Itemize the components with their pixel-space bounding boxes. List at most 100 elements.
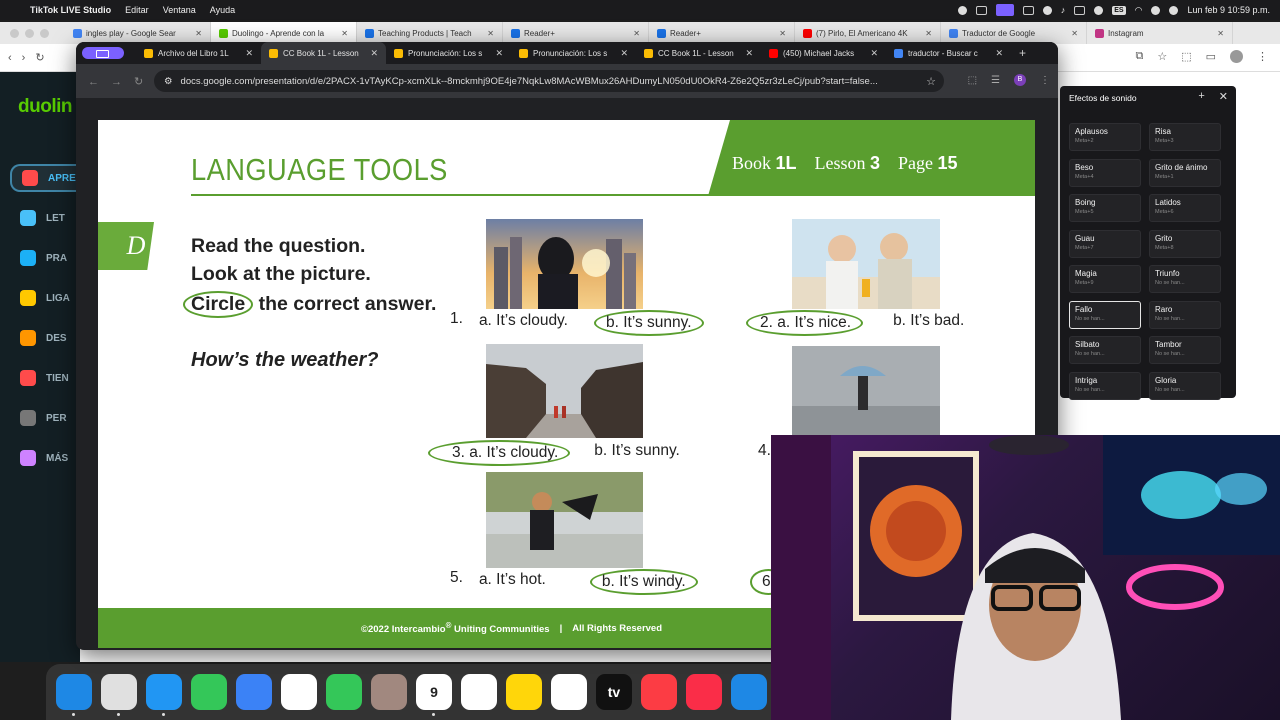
- browser-tab[interactable]: Pronunciación: Los s ✕: [511, 42, 636, 64]
- close-icon[interactable]: ✕: [1219, 90, 1228, 103]
- notes-icon[interactable]: [506, 674, 542, 710]
- launchpad-icon[interactable]: [101, 674, 137, 716]
- menu-app-name[interactable]: TikTok LIVE Studio: [30, 5, 111, 15]
- contacts-icon[interactable]: [371, 674, 407, 710]
- sound-effect-button[interactable]: Grito de ánimo Meta+1: [1149, 158, 1221, 187]
- browser-tab[interactable]: CC Book 1L - Lesson ✕: [261, 42, 386, 64]
- siri-icon[interactable]: [1169, 5, 1179, 15]
- live-studio-icon[interactable]: [995, 4, 1014, 16]
- add-icon[interactable]: +: [1198, 90, 1204, 103]
- browser-tab[interactable]: (450) Michael Jacks ✕: [761, 42, 886, 64]
- menu-help[interactable]: Ayuda: [210, 5, 235, 15]
- news-icon[interactable]: [686, 674, 722, 710]
- photos-icon[interactable]: [281, 674, 317, 710]
- nav-buttons[interactable]: ‹›↻: [8, 51, 55, 64]
- close-tab-icon[interactable]: ✕: [1217, 29, 1224, 38]
- background-tab[interactable]: Reader+ ✕: [649, 22, 795, 44]
- search-icon[interactable]: [1151, 5, 1161, 15]
- background-tab[interactable]: (7) Pirlo, El Americano 4K ✕: [795, 22, 941, 44]
- screenshot-icon[interactable]: [975, 5, 987, 15]
- close-tab-icon[interactable]: ✕: [620, 48, 628, 59]
- tab-group-icon[interactable]: [82, 47, 124, 59]
- menu-icon[interactable]: ⋮: [1040, 75, 1050, 86]
- browser-tab[interactable]: Archivo del Libro 1L ✕: [136, 42, 261, 64]
- duolingo-nav-item[interactable]: APRE: [10, 164, 80, 192]
- sound-effect-button[interactable]: Risa Meta+3: [1149, 123, 1221, 151]
- close-tab-icon[interactable]: ✕: [925, 29, 932, 38]
- duolingo-nav-item[interactable]: DES: [10, 324, 80, 352]
- duolingo-nav-item[interactable]: PER: [10, 404, 80, 432]
- close-icon[interactable]: [10, 28, 19, 38]
- sound-effect-button[interactable]: Beso Meta+4: [1069, 158, 1141, 187]
- mail-icon[interactable]: [236, 674, 272, 710]
- close-tab-icon[interactable]: ✕: [245, 48, 253, 59]
- tab-search-icon[interactable]: ☰: [991, 75, 1000, 86]
- battery-icon[interactable]: [1074, 5, 1086, 15]
- duolingo-nav-item[interactable]: PRA: [10, 244, 80, 272]
- close-tab-icon[interactable]: ✕: [995, 48, 1003, 59]
- duolingo-nav-item[interactable]: MÁS: [10, 444, 80, 472]
- address-bar[interactable]: ⚙ docs.google.com/presentation/d/e/2PACX…: [154, 70, 944, 92]
- nav-buttons[interactable]: ←→↻: [88, 75, 155, 88]
- bookmark-star-icon[interactable]: ☆: [926, 75, 936, 88]
- music-icon[interactable]: [641, 674, 677, 710]
- sound-effect-button[interactable]: Silbato No se han...: [1069, 336, 1141, 364]
- minimize-icon[interactable]: [25, 28, 34, 38]
- background-tab[interactable]: Reader+ ✕: [503, 22, 649, 44]
- menu-icon[interactable]: ⋮: [1257, 50, 1268, 63]
- app-store-icon[interactable]: [731, 674, 767, 710]
- audio-icon[interactable]: ♪: [1061, 5, 1066, 15]
- sound-effect-button[interactable]: Boing Meta+5: [1069, 194, 1141, 222]
- close-tab-icon[interactable]: ✕: [779, 29, 786, 38]
- extensions-icon[interactable]: ⬚: [1181, 50, 1191, 63]
- menu-edit[interactable]: Editar: [125, 5, 149, 15]
- close-tab-icon[interactable]: ✕: [870, 48, 878, 59]
- browser-tab[interactable]: Pronunciación: Los s ✕: [386, 42, 511, 64]
- profile-avatar[interactable]: B: [1014, 74, 1026, 86]
- sound-effect-button[interactable]: Aplausos Meta+2: [1069, 123, 1141, 151]
- close-tab-icon[interactable]: ✕: [341, 29, 348, 38]
- close-tab-icon[interactable]: ✕: [633, 29, 640, 38]
- close-tab-icon[interactable]: ✕: [195, 29, 202, 38]
- sound-effect-button[interactable]: Gloria No se han...: [1149, 371, 1221, 400]
- bookmark-star-icon[interactable]: ☆: [1157, 50, 1167, 63]
- close-tab-icon[interactable]: ✕: [745, 48, 753, 59]
- extension-icon[interactable]: ⬚: [968, 75, 977, 86]
- cloud-icon[interactable]: [1042, 5, 1052, 15]
- calendar-icon[interactable]: 9: [416, 674, 452, 716]
- duolingo-nav-item[interactable]: LIGA: [10, 284, 80, 312]
- duolingo-logo[interactable]: duolin: [18, 96, 72, 118]
- status-app-icon[interactable]: [957, 5, 967, 15]
- close-tab-icon[interactable]: ✕: [495, 48, 503, 59]
- profile-avatar[interactable]: [1230, 50, 1243, 63]
- background-tab[interactable]: ingles play - Google Sear ✕: [65, 22, 211, 44]
- wifi-icon[interactable]: ◠: [1135, 5, 1143, 16]
- play-icon[interactable]: [1094, 5, 1104, 15]
- sound-effect-button[interactable]: Grito Meta+8: [1149, 229, 1221, 258]
- browser-tab[interactable]: traductor - Buscar c ✕: [886, 42, 1011, 64]
- background-tab[interactable]: Instagram ✕: [1087, 22, 1233, 44]
- record-icon[interactable]: [1022, 5, 1034, 15]
- reminders-icon[interactable]: [461, 674, 497, 710]
- sound-effect-button[interactable]: Magia Meta+9: [1069, 265, 1141, 293]
- close-tab-icon[interactable]: ✕: [487, 29, 494, 38]
- sound-effect-button[interactable]: Triunfo No se han...: [1149, 265, 1221, 293]
- input-language-badge[interactable]: ES: [1112, 5, 1126, 15]
- site-info-icon[interactable]: ⚙: [164, 76, 173, 87]
- close-tab-icon[interactable]: ✕: [370, 48, 378, 59]
- browser-tab[interactable]: CC Book 1L - Lesson ✕: [636, 42, 761, 64]
- duolingo-nav-item[interactable]: LET: [10, 204, 80, 232]
- messages-icon[interactable]: [191, 674, 227, 710]
- zoom-icon[interactable]: [40, 28, 49, 38]
- freeform-icon[interactable]: [551, 674, 587, 710]
- close-tab-icon[interactable]: ✕: [1071, 29, 1078, 38]
- facetime-icon[interactable]: [326, 674, 362, 710]
- background-tab[interactable]: Traductor de Google ✕: [941, 22, 1087, 44]
- sidebar-icon[interactable]: ▭: [1206, 50, 1216, 63]
- clock[interactable]: Lun feb 9 10:59 p.m.: [1187, 5, 1270, 15]
- background-tab[interactable]: Teaching Products | Teach ✕: [357, 22, 503, 44]
- duolingo-nav-item[interactable]: TIEN: [10, 364, 80, 392]
- sound-effect-button[interactable]: Latidos Meta+6: [1149, 194, 1221, 222]
- sound-effect-button[interactable]: Fallo No se han...: [1069, 300, 1141, 329]
- sound-effect-button[interactable]: Intriga No se han...: [1069, 371, 1141, 400]
